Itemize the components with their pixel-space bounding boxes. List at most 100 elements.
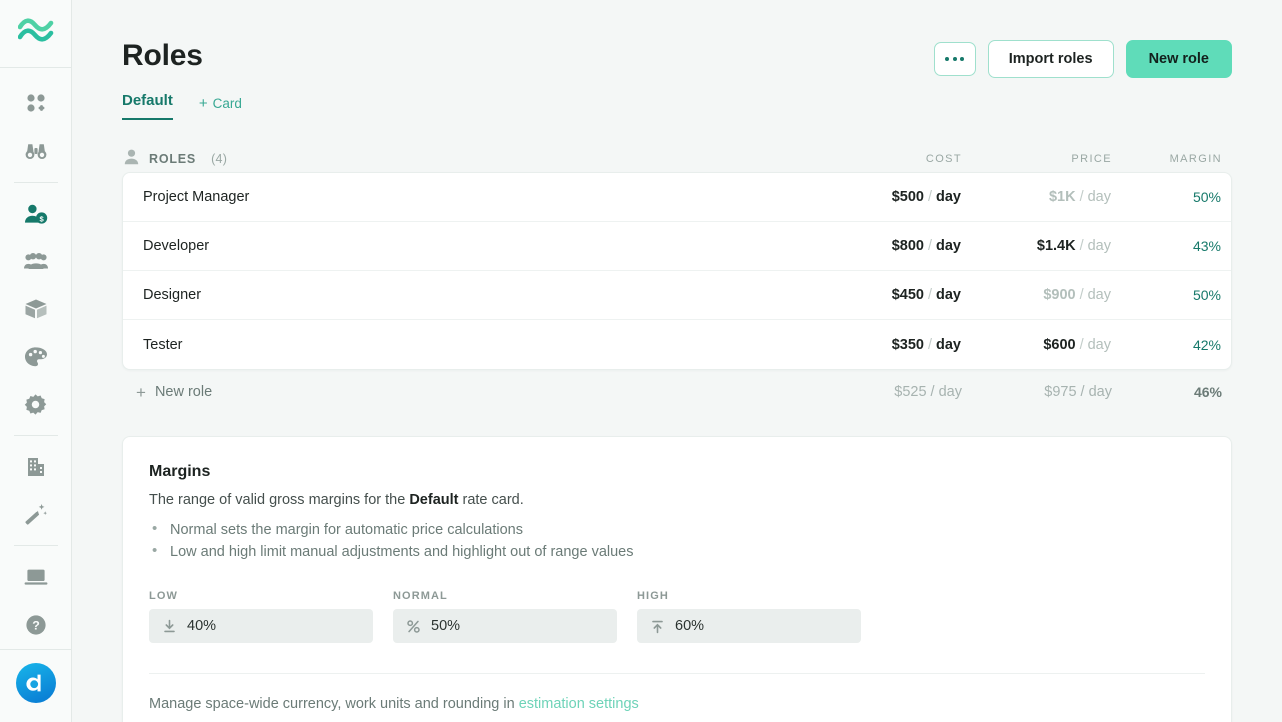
high-margin-value: 60%: [675, 618, 705, 634]
wave-logo-icon: [17, 18, 54, 49]
sidebar-item-rates[interactable]: $: [0, 190, 72, 238]
box-icon: [24, 298, 48, 320]
role-price[interactable]: $1.4K / day: [961, 238, 1111, 254]
role-price[interactable]: $600/day: [961, 337, 1111, 353]
sidebar-item-whatsnew[interactable]: [0, 553, 72, 601]
sidebar-divider: [13, 545, 58, 547]
roles-table: ROLES (4) COST PRICE MARGIN Project Mana…: [72, 120, 1282, 414]
high-label: HIGH: [637, 590, 669, 602]
avatar: [15, 662, 57, 709]
rate-card-name: Default: [409, 492, 459, 508]
low-margin-field: LOW 40%: [149, 590, 373, 643]
tab-default[interactable]: Default: [122, 92, 173, 120]
ellipsis-icon: [945, 57, 965, 61]
rate-card-tabs: Default + Card: [72, 78, 1282, 120]
role-name: Tester: [143, 336, 183, 353]
sidebar-item-explore[interactable]: [0, 127, 72, 175]
estimation-settings-note: Manage space-wide currency, work units a…: [149, 696, 639, 712]
table-row[interactable]: Designer $450/day $900/day 50%: [123, 271, 1231, 320]
estimation-settings-link[interactable]: estimation settings: [519, 696, 639, 712]
app-logo[interactable]: [0, 0, 72, 68]
role-margin[interactable]: 42%: [1111, 337, 1221, 353]
magic-wand-icon: [24, 503, 47, 526]
table-row[interactable]: Project Manager $500/day $1K / day 50%: [123, 173, 1231, 222]
role-cost[interactable]: $350/day: [841, 337, 961, 353]
role-price[interactable]: $1K / day: [961, 189, 1111, 205]
role-margin[interactable]: 50%: [1111, 287, 1221, 303]
percent-icon: [406, 619, 421, 634]
table-row[interactable]: Tester $350/day $600/day 42%: [123, 320, 1231, 369]
person-icon: [124, 149, 139, 170]
plus-icon: +: [198, 95, 208, 112]
add-new-role-row[interactable]: + New role: [136, 384, 842, 401]
sidebar-divider: [13, 181, 58, 183]
sidebar-item-settings[interactable]: [0, 380, 72, 428]
table-row[interactable]: Developer $800/day $1.4K / day 43%: [123, 222, 1231, 271]
palette-icon: [24, 346, 48, 368]
add-card-label: Card: [212, 96, 242, 111]
new-role-label: New role: [154, 384, 213, 400]
role-margin[interactable]: 50%: [1111, 189, 1221, 205]
sidebar: $ ?: [0, 0, 72, 722]
new-role-button[interactable]: New role: [1125, 40, 1232, 78]
table-footer: + New role $525 / day $975 / day 46%: [122, 370, 1232, 414]
margins-subtitle: The range of valid gross margins for the…: [149, 492, 524, 508]
app-root: $ ? Roles Import roles New role Default …: [0, 0, 1282, 722]
binoculars-icon: [24, 141, 48, 161]
main-content: Roles Import roles New role Default + Ca…: [72, 0, 1282, 722]
total-cost: $525 / day: [894, 384, 962, 400]
more-options-button[interactable]: [933, 42, 976, 76]
roles-count: (4): [211, 152, 228, 166]
column-header-margin: MARGIN: [1169, 153, 1222, 165]
margins-title: Margins: [149, 463, 211, 480]
margins-bullets: Normal sets the margin for automatic pri…: [149, 518, 1205, 563]
sidebar-item-automation[interactable]: [0, 491, 72, 539]
role-cost[interactable]: $800/day: [841, 238, 961, 254]
high-margin-input[interactable]: 60%: [637, 609, 861, 643]
margin-fields: LOW 40% NORMAL 50% HIGH 60%: [149, 590, 1205, 643]
plus-icon: +: [136, 382, 146, 402]
apps-add-icon: [25, 92, 47, 114]
low-label: LOW: [149, 590, 178, 602]
role-name: Project Manager: [143, 189, 250, 205]
sidebar-item-apps[interactable]: [0, 80, 72, 128]
list-item: Normal sets the margin for automatic pri…: [149, 518, 1205, 541]
total-price: $975 / day: [1044, 384, 1112, 400]
divider: [149, 673, 1205, 674]
margins-panel: Margins The range of valid gross margins…: [122, 436, 1232, 722]
sidebar-item-team[interactable]: [0, 237, 72, 285]
roles-group-header: ROLES (4): [124, 149, 842, 170]
sidebar-item-products[interactable]: [0, 285, 72, 333]
normal-label: NORMAL: [393, 590, 448, 602]
column-header-price: PRICE: [1071, 153, 1112, 165]
role-margin[interactable]: 43%: [1111, 238, 1221, 254]
role-price[interactable]: $900/day: [961, 287, 1111, 303]
low-margin-value: 40%: [187, 618, 217, 634]
sidebar-item-help[interactable]: ?: [0, 601, 72, 649]
import-roles-button[interactable]: Import roles: [987, 40, 1114, 78]
page-header: Roles Import roles New role: [72, 0, 1282, 78]
sidebar-divider: [13, 434, 58, 436]
total-margin: 46%: [1193, 384, 1222, 400]
sidebar-item-branding[interactable]: [0, 333, 72, 381]
add-card-button[interactable]: + Card: [199, 96, 242, 120]
gear-icon: [24, 393, 47, 416]
role-name: Designer: [143, 287, 202, 303]
user-account[interactable]: [0, 648, 72, 722]
normal-margin-value: 50%: [431, 618, 461, 634]
high-margin-field: HIGH 60%: [637, 590, 861, 643]
people-group-icon: [23, 251, 48, 271]
role-cost[interactable]: $450/day: [841, 287, 961, 303]
low-margin-input[interactable]: 40%: [149, 609, 373, 643]
header-actions: Import roles New role: [933, 34, 1232, 78]
normal-margin-input[interactable]: 50%: [393, 609, 617, 643]
help-icon: ?: [25, 614, 47, 636]
roles-card: Project Manager $500/day $1K / day 50% Dev…: [122, 172, 1232, 370]
role-name: Developer: [143, 238, 210, 254]
role-cost[interactable]: $500/day: [841, 189, 961, 205]
normal-margin-field: NORMAL 50%: [393, 590, 617, 643]
laptop-icon: [24, 568, 48, 586]
sidebar-item-company[interactable]: [0, 443, 72, 491]
arrow-up-to-line-icon: [650, 619, 665, 634]
arrow-down-to-line-icon: [162, 619, 177, 634]
